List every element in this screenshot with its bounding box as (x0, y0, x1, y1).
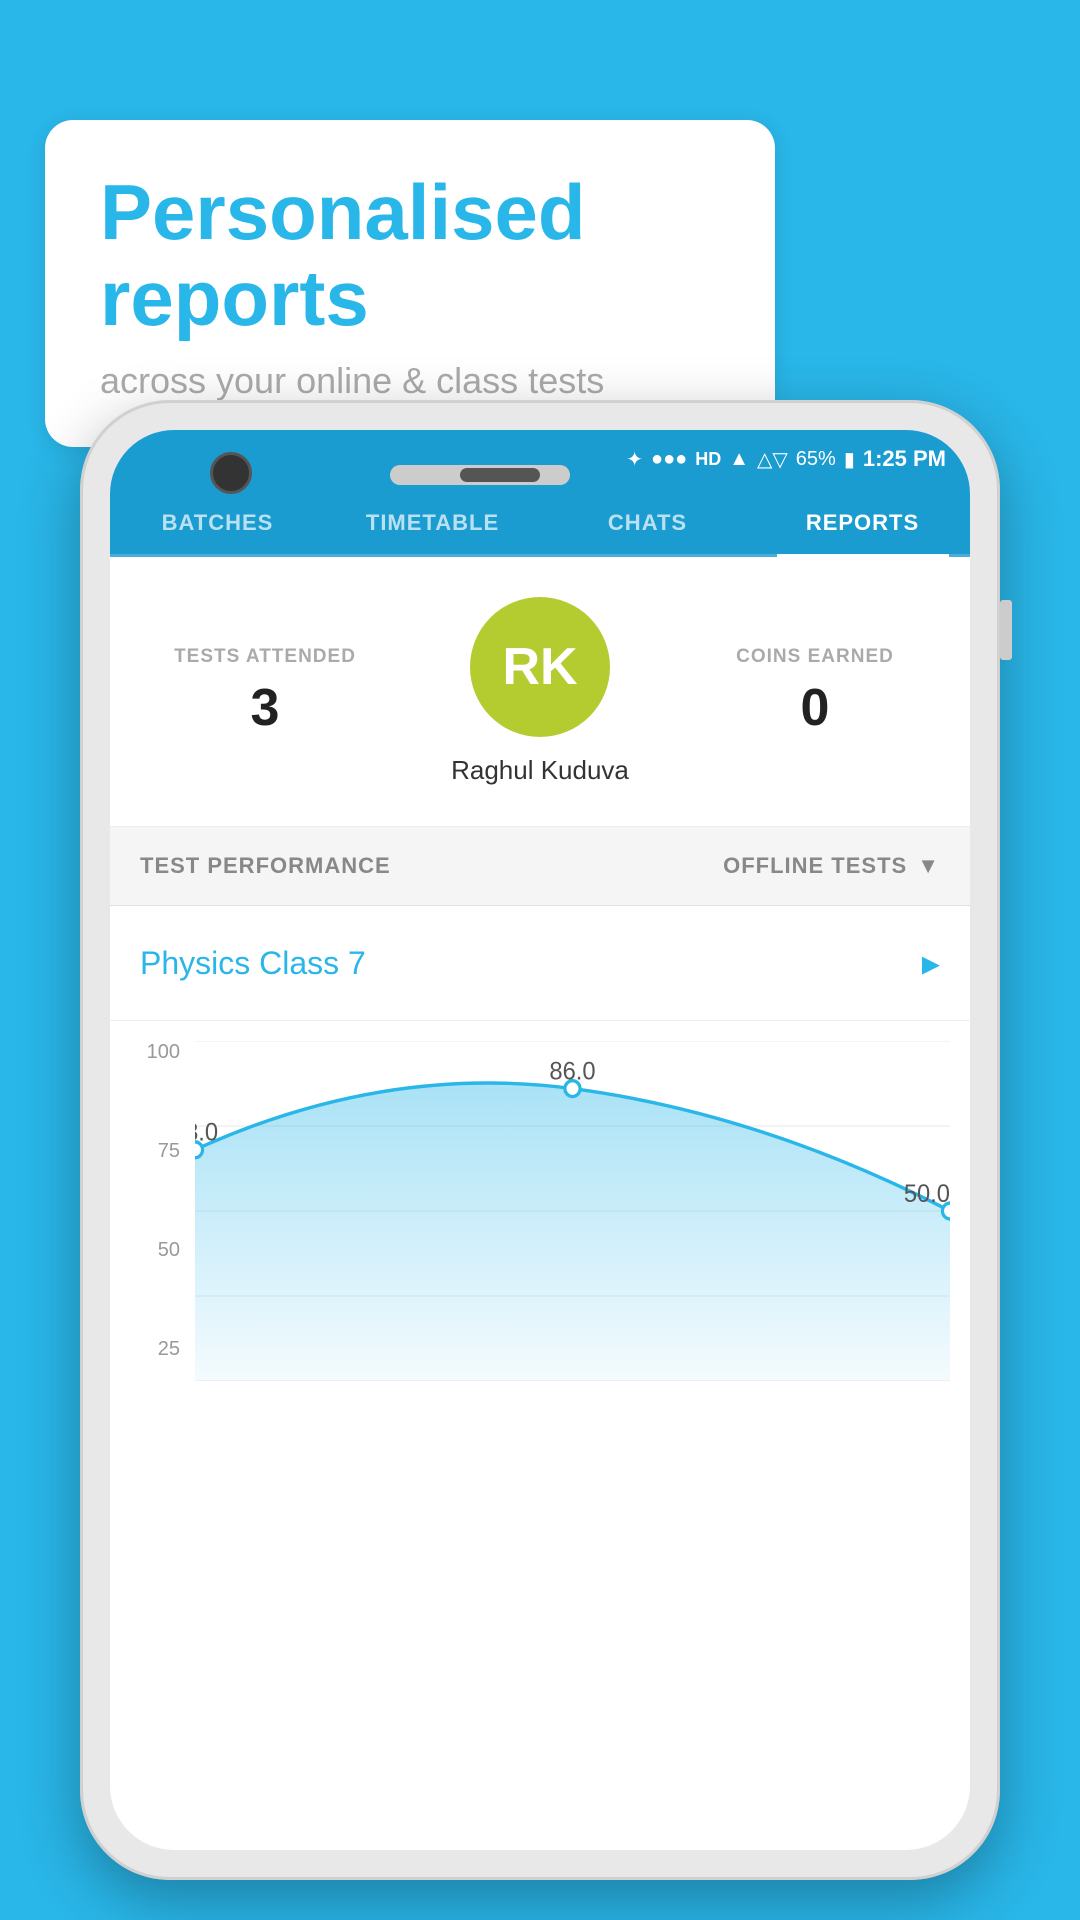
tab-batches[interactable]: BATCHES (110, 488, 325, 554)
tab-reports[interactable]: REPORTS (755, 488, 970, 554)
hd-label: HD (695, 449, 721, 470)
coins-earned-block: COINS EARNED 0 (690, 646, 940, 738)
home-button (460, 468, 540, 482)
network-icon: △▽ (757, 447, 788, 472)
phone: ✦ ●●● HD ▲ △▽ 65% ▮ 1:25 PM BATCHES TIME… (80, 400, 1000, 1880)
tab-chats[interactable]: CHATS (540, 488, 755, 554)
battery-label: 65% (796, 448, 836, 471)
tests-attended-value: 3 (140, 678, 390, 738)
chart-area: 100 75 50 25 (110, 1021, 970, 1401)
bubble-subtitle: across your online & class tests (100, 360, 720, 402)
test-performance-header: TEST PERFORMANCE OFFLINE TESTS ▼ (110, 827, 970, 906)
offline-tests-dropdown[interactable]: OFFLINE TESTS ▼ (723, 853, 940, 879)
status-icons: ✦ ●●● HD ▲ △▽ 65% ▮ 1:25 PM (626, 446, 946, 472)
y-label-50: 50 (130, 1239, 180, 1262)
status-time: 1:25 PM (863, 446, 946, 472)
chevron-down-icon: ▼ (917, 853, 940, 879)
chart-svg: 68.0 86.0 50.0 (195, 1041, 950, 1381)
profile-section: TESTS ATTENDED 3 RK Raghul Kuduva COINS … (110, 557, 970, 827)
test-performance-label: TEST PERFORMANCE (140, 853, 391, 879)
offline-tests-label: OFFLINE TESTS (723, 853, 907, 879)
phone-outer: ✦ ●●● HD ▲ △▽ 65% ▮ 1:25 PM BATCHES TIME… (80, 400, 1000, 1880)
y-label-25: 25 (130, 1338, 180, 1361)
chart-y-axis: 100 75 50 25 (130, 1041, 180, 1381)
tab-timetable[interactable]: TIMETABLE (325, 488, 540, 554)
bubble-title: Personalised reports (100, 170, 720, 342)
avatar-block: RK Raghul Kuduva (390, 597, 690, 786)
chart-inner: 68.0 86.0 50.0 (195, 1041, 950, 1401)
nav-tabs: BATCHES TIMETABLE CHATS REPORTS (110, 488, 970, 557)
physics-class-row[interactable]: Physics Class 7 ▸ (110, 906, 970, 1021)
y-label-75: 75 (130, 1140, 180, 1163)
speech-bubble: Personalised reports across your online … (45, 120, 775, 447)
wifi-icon: ▲ (729, 448, 749, 471)
battery-icon: ▮ (844, 447, 855, 472)
tests-attended-block: TESTS ATTENDED 3 (140, 646, 390, 738)
coins-earned-value: 0 (690, 678, 940, 738)
svg-text:50.0: 50.0 (904, 1180, 950, 1208)
bluetooth-icon: ✦ (626, 447, 643, 472)
power-button (1000, 600, 1012, 660)
coins-earned-label: COINS EARNED (690, 646, 940, 668)
avatar: RK (470, 597, 610, 737)
phone-screen: ✦ ●●● HD ▲ △▽ 65% ▮ 1:25 PM BATCHES TIME… (110, 430, 970, 1850)
tests-attended-label: TESTS ATTENDED (140, 646, 390, 668)
signal-icon: ●●● (651, 448, 687, 471)
avatar-initials: RK (502, 637, 577, 697)
physics-class-label: Physics Class 7 (140, 945, 366, 982)
svg-text:68.0: 68.0 (195, 1119, 218, 1147)
svg-text:86.0: 86.0 (549, 1058, 595, 1086)
chevron-right-icon: ▸ (922, 942, 940, 984)
avatar-name: Raghul Kuduva (451, 755, 629, 786)
y-label-100: 100 (130, 1041, 180, 1064)
